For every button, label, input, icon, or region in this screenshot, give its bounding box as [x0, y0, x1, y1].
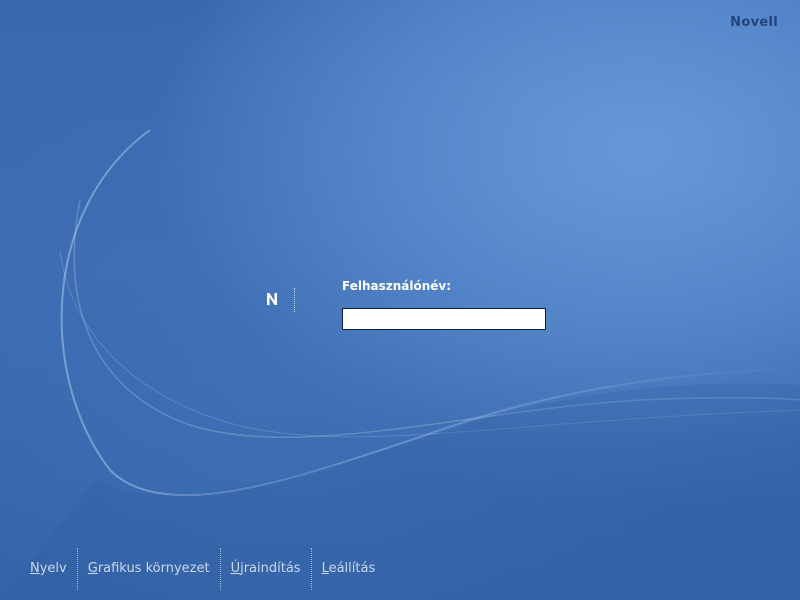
language-button-mnemonic: N	[30, 561, 40, 576]
shutdown-button[interactable]: Leállítás	[312, 548, 386, 590]
session-type-button-mnemonic: G	[87, 561, 98, 576]
language-button[interactable]: Nyelv	[20, 548, 77, 590]
session-type-button[interactable]: Grafikus környezet	[78, 548, 220, 590]
novell-brand-logo: Novell	[730, 15, 778, 30]
session-type-button-label: rafikus környezet	[97, 561, 210, 576]
language-button-label: yelv	[39, 561, 67, 576]
restart-button-mnemonic: Ú	[230, 561, 241, 576]
restart-button-label: jraindítás	[240, 561, 301, 576]
shutdown-button-mnemonic: L	[321, 561, 329, 576]
logo-separator	[294, 288, 295, 312]
novell-n-logo-icon	[267, 293, 277, 305]
background-swoosh	[0, 0, 800, 600]
login-screen: Novell Felhasználónév: Nyelv Grafikus kö…	[0, 0, 800, 600]
restart-button[interactable]: Újraindítás	[221, 548, 311, 590]
shutdown-button-label: eállítás	[328, 561, 376, 576]
bottom-menu-bar: Nyelv Grafikus környezet Újraindítás Leá…	[20, 548, 385, 590]
username-input[interactable]	[342, 308, 546, 330]
username-label: Felhasználónév:	[342, 279, 452, 293]
